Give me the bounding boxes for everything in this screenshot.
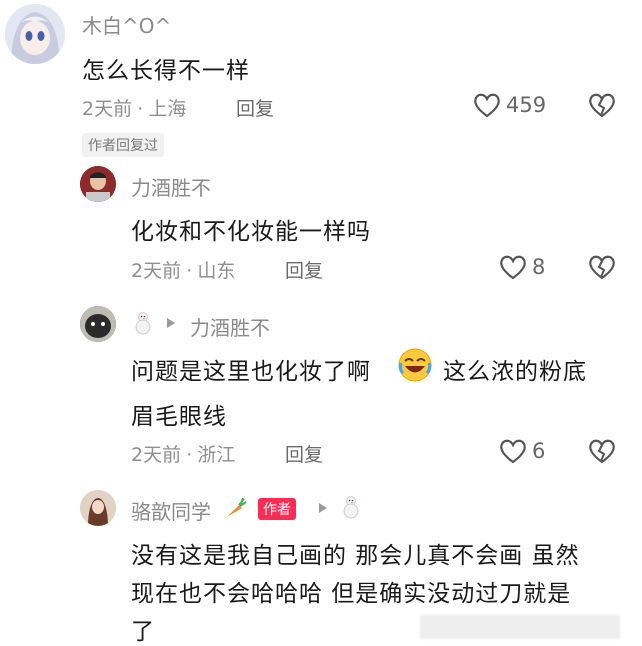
watermark xyxy=(420,615,620,639)
meta-separator: · xyxy=(186,444,193,466)
comment-text: 了 xyxy=(131,619,155,645)
comment-text: 这么浓的粉底 xyxy=(443,359,587,385)
comment-meta: 2天前 · 山东 xyxy=(131,256,235,283)
broken-heart-icon[interactable] xyxy=(587,91,617,119)
author-replied-badge: 作者回复过 xyxy=(82,133,164,157)
broken-heart-icon[interactable] xyxy=(587,253,617,281)
meta-separator: · xyxy=(186,260,193,282)
comment-username[interactable]: 木白^O^ xyxy=(82,10,171,39)
comment-text: 眉毛眼线 xyxy=(131,404,227,430)
reply-to-username[interactable]: 力酒胜不 xyxy=(190,312,270,341)
broken-heart-icon[interactable] xyxy=(587,437,617,465)
reply-arrow-icon xyxy=(318,502,328,514)
avatar[interactable] xyxy=(5,4,65,64)
comment-location: 山东 xyxy=(197,260,236,282)
comment-meta: 2天前 · 上海 xyxy=(82,94,186,121)
comment-text: 没有这是我自己画的 那会儿真不会画 虽然 xyxy=(131,543,580,569)
author-badge: 作者 xyxy=(258,498,296,520)
comment-text: 怎么长得不一样 xyxy=(82,58,250,84)
comment-username[interactable]: 骆歆同学 xyxy=(131,496,211,525)
heart-icon[interactable] xyxy=(498,253,528,281)
avatar[interactable] xyxy=(80,306,116,342)
comment-text: 问题是这里也化妆了啊 xyxy=(131,359,371,385)
like-count: 459 xyxy=(506,93,547,117)
avatar[interactable] xyxy=(80,490,116,526)
avatar[interactable] xyxy=(80,166,116,202)
comment-location: 上海 xyxy=(148,98,187,120)
comment-location: 浙江 xyxy=(197,444,236,466)
comment-time: 2天前 xyxy=(131,444,182,466)
reply-arrow-icon xyxy=(166,317,176,329)
heart-icon[interactable] xyxy=(472,91,502,119)
snowman-icon xyxy=(342,495,360,519)
comment-time: 2天前 xyxy=(82,98,133,120)
comment-meta: 2天前 · 浙江 xyxy=(131,440,235,467)
like-count: 6 xyxy=(532,439,546,463)
meta-separator: · xyxy=(137,98,144,120)
heart-icon[interactable] xyxy=(498,437,528,465)
like-count: 8 xyxy=(532,255,546,279)
reply-button[interactable]: 回复 xyxy=(285,256,323,283)
reply-button[interactable]: 回复 xyxy=(285,440,323,467)
comment-time: 2天前 xyxy=(131,260,182,282)
comment-text: 化妆和不化妆能一样吗 xyxy=(131,219,371,245)
comment-username[interactable]: 力酒胜不 xyxy=(131,172,211,201)
carrot-icon xyxy=(224,496,248,520)
reply-button[interactable]: 回复 xyxy=(236,94,274,121)
laughing-emoji-icon xyxy=(397,347,433,383)
snowman-icon xyxy=(134,311,152,335)
comment-text: 现在也不会哈哈哈 但是确实没动过刀就是 xyxy=(131,581,572,607)
